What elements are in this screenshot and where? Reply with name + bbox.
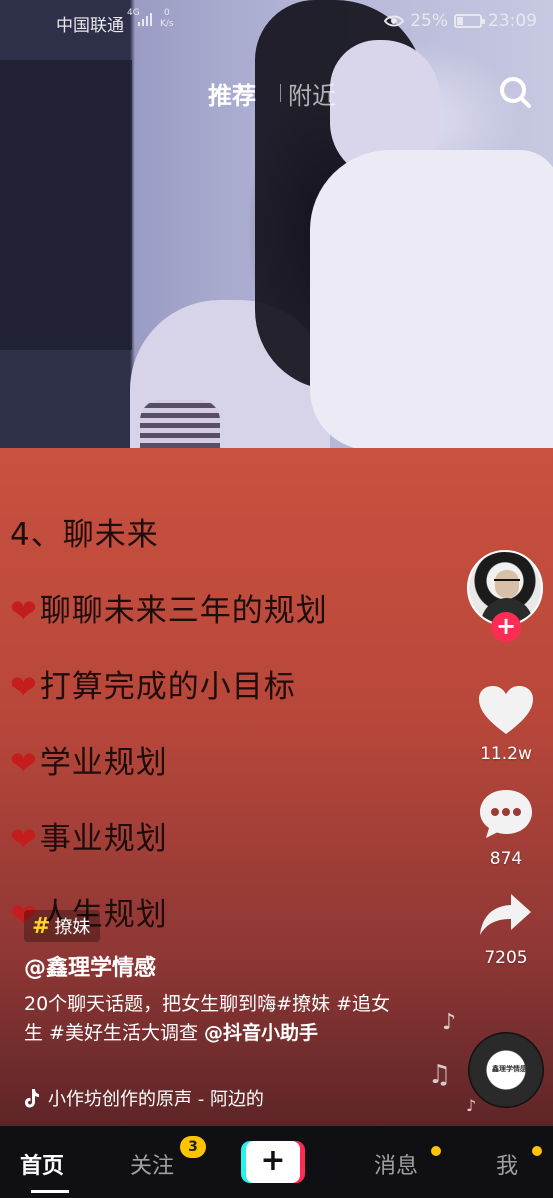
status-bar: 中国联通 4G 0 K/s 25% 23:09	[0, 0, 553, 42]
hashtag-label: 撩妹	[54, 917, 91, 938]
music-info[interactable]: 小作坊创作的原声 - 阿边的	[24, 1085, 264, 1111]
like-button[interactable]: 11.2w	[466, 684, 546, 764]
disc-label: 鑫理学情感	[492, 1065, 527, 1073]
share-count: 7205	[484, 948, 528, 968]
video-photo	[0, 0, 553, 450]
video-text-list: 4、聊未来 ❤ 聊聊未来三年的规划 ❤ 打算完成的小目标 ❤ 学业规划 ❤ 事业…	[10, 515, 328, 971]
search-button[interactable]	[497, 74, 533, 110]
heart-emoji-icon: ❤	[10, 668, 38, 706]
me-dot	[532, 1146, 542, 1156]
messages-dot	[431, 1146, 441, 1156]
nav-home[interactable]: 首页	[20, 1148, 64, 1180]
music-note-icon: ♪	[442, 1010, 457, 1035]
nav-following[interactable]: 关注	[130, 1148, 174, 1180]
battery-icon	[454, 14, 485, 28]
author-name[interactable]: @鑫理学情感	[24, 950, 156, 982]
create-video-button[interactable]: +	[241, 1141, 305, 1183]
share-arrow-icon	[480, 894, 531, 935]
follow-plus-button[interactable]: +	[491, 612, 521, 642]
video-text-line: ❤ 事业规划	[10, 820, 168, 858]
heart-icon	[479, 686, 533, 734]
search-icon	[500, 77, 531, 108]
heart-emoji-icon: ❤	[10, 592, 38, 630]
top-tabs: 推荐 附近	[208, 76, 336, 111]
tab-divider	[280, 84, 281, 102]
battery-percent: 25%	[410, 11, 448, 31]
comment-icon	[480, 790, 532, 838]
music-title: 小作坊创作的原声 - 阿边的	[48, 1089, 264, 1110]
status-right: 25% 23:09	[384, 11, 537, 31]
plus-icon: +	[246, 1141, 300, 1183]
comment-count: 874	[489, 849, 523, 869]
hashtag-pill[interactable]: # 撩妹	[24, 910, 101, 942]
nav-messages[interactable]: 消息	[374, 1148, 418, 1180]
video-text-line: 4、聊未来	[10, 517, 159, 553]
share-button[interactable]: 7205	[466, 890, 546, 968]
music-note-icon: ♫	[428, 1060, 452, 1090]
tab-nearby[interactable]: 附近	[288, 76, 336, 111]
video-text-line: ❤ 聊聊未来三年的规划	[10, 592, 328, 630]
video-text-line: ❤ 打算完成的小目标	[10, 668, 296, 706]
clock: 23:09	[488, 11, 537, 31]
hashtag-icon: #	[32, 913, 51, 939]
tab-recommended[interactable]: 推荐	[208, 76, 256, 111]
music-note-icon: ♪	[466, 1096, 477, 1115]
nav-active-indicator	[31, 1190, 69, 1193]
signal-icon	[138, 12, 152, 26]
author-avatar-button[interactable]: +	[467, 550, 545, 642]
caption-mention[interactable]: @抖音小助手	[204, 1022, 318, 1044]
heart-emoji-icon: ❤	[10, 744, 38, 782]
carrier-name: 中国联通	[56, 16, 124, 36]
comment-button[interactable]: 874	[466, 787, 546, 869]
eye-icon	[384, 15, 405, 27]
video-caption: 20个聊天话题，把女生聊到嗨#撩妹 #追女生 #美好生活大调查 @抖音小助手	[24, 990, 404, 1048]
following-badge: 3	[180, 1136, 206, 1158]
video-text-line: ❤ 学业规划	[10, 744, 168, 782]
heart-emoji-icon: ❤	[10, 820, 38, 858]
like-count: 11.2w	[480, 744, 532, 764]
network-speed: 0 K/s	[160, 8, 174, 29]
tiktok-note-icon	[25, 1089, 39, 1108]
nav-me[interactable]: 我	[496, 1148, 518, 1180]
music-disc-button[interactable]: 鑫理学情感	[468, 1032, 544, 1108]
